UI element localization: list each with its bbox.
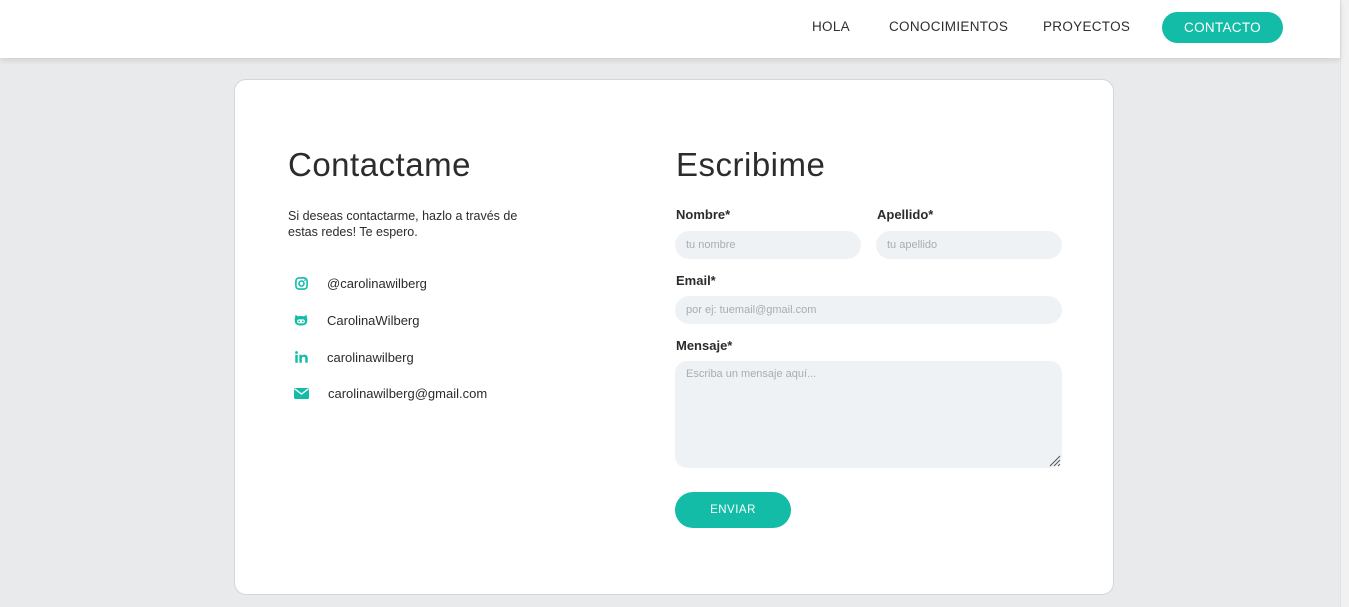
page-scrollbar[interactable]: [1340, 0, 1349, 607]
resize-handle-icon[interactable]: [1048, 454, 1061, 467]
nombre-label: Nombre*: [676, 207, 731, 222]
social-instagram[interactable]: @carolinawilberg: [292, 273, 427, 293]
mensaje-label: Mensaje*: [676, 338, 733, 353]
contact-title: Contactame: [288, 146, 471, 183]
nav-link-hola[interactable]: HOLA: [812, 19, 850, 34]
form-title: Escribime: [676, 146, 826, 183]
nav-contacto-button[interactable]: CONTACTO: [1162, 12, 1283, 43]
contact-card: Contactame Si deseas contactarme, hazlo …: [234, 79, 1114, 595]
email-input[interactable]: [675, 296, 1062, 324]
mensaje-textarea[interactable]: [675, 361, 1062, 468]
mail-icon: [292, 384, 310, 402]
nombre-input[interactable]: [675, 231, 861, 259]
social-github[interactable]: CarolinaWilberg: [292, 310, 419, 330]
social-label: CarolinaWilberg: [327, 312, 420, 328]
email-label: Email*: [676, 273, 716, 288]
social-label: carolinawilberg: [327, 349, 414, 365]
apellido-input[interactable]: [876, 231, 1062, 259]
top-navbar: HOLA CONOCIMIENTOS PROYECTOS CONTACTO: [0, 0, 1340, 58]
social-linkedin[interactable]: carolinawilberg: [292, 347, 414, 367]
github-icon: [292, 311, 310, 329]
nav-link-proyectos[interactable]: PROYECTOS: [1043, 19, 1130, 34]
social-email[interactable]: carolinawilberg@gmail.com: [292, 383, 487, 403]
social-label: @carolinawilberg: [327, 275, 427, 291]
enviar-button[interactable]: ENVIAR: [675, 492, 791, 528]
linkedin-icon: [292, 348, 310, 366]
instagram-icon: [292, 274, 310, 292]
apellido-label: Apellido*: [877, 207, 934, 222]
social-label: carolinawilberg@gmail.com: [328, 385, 488, 401]
nav-link-conocimientos[interactable]: CONOCIMIENTOS: [889, 19, 1008, 34]
contact-intro: Si deseas contactarme, hazlo a través de…: [288, 209, 518, 239]
